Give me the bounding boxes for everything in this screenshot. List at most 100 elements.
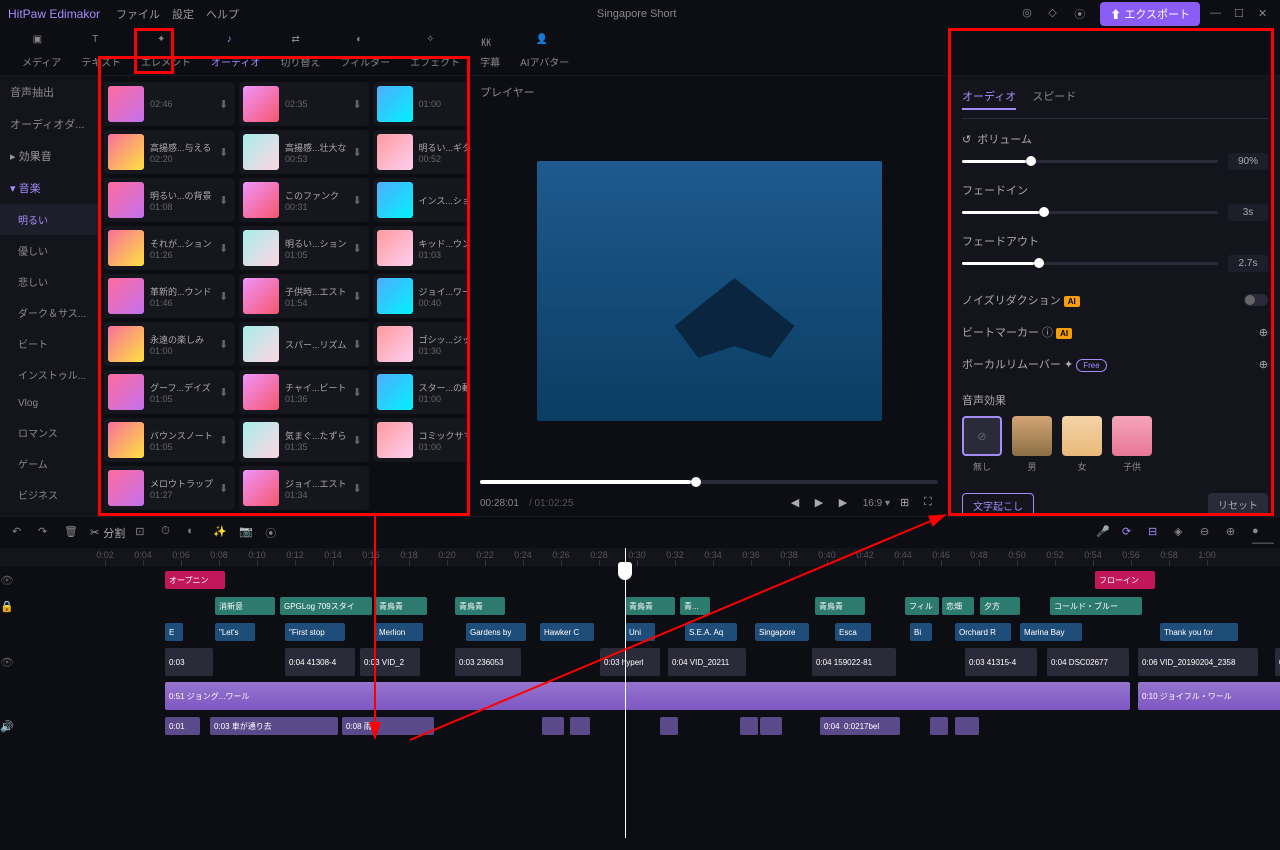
timeline-clip[interactable]: "Let's — [215, 623, 255, 641]
timeline-clip[interactable]: Gardens by — [466, 623, 526, 641]
media-item[interactable]: 革新的...ウンド01:46⬇ — [104, 274, 235, 318]
category-item[interactable]: ゲーム — [0, 448, 97, 479]
download-icon[interactable]: ⬇ — [219, 242, 231, 254]
tool-tab-5[interactable]: ◐フィルター — [330, 30, 400, 73]
video-track[interactable]: 👁0:030:04 41308-40:03 VID_20:03 2360530:… — [60, 646, 1280, 678]
media-item[interactable]: コミックサマー01:00⬇ — [373, 418, 468, 462]
zoom-slider[interactable]: ●—— — [1252, 525, 1268, 541]
media-item[interactable]: 永遠の楽しみ01:00⬇ — [104, 322, 235, 366]
media-item[interactable]: ゴシッ...ジック01:30⬇ — [373, 322, 468, 366]
audio-sfx-track[interactable]: 🔊0:010:03 車が通り去0:08 雨0:04 風0:0217bel — [60, 714, 1280, 738]
media-item[interactable]: 02:46⬇ — [104, 82, 235, 126]
vocal-add-icon[interactable]: ⊕ — [1259, 358, 1268, 371]
voice-option[interactable]: 子供 — [1112, 416, 1152, 473]
category-item[interactable]: ▸ 効果音 — [0, 140, 97, 172]
redo-button[interactable]: ↷ — [38, 525, 54, 541]
tool-tab-6[interactable]: ✧エフェクト — [400, 30, 470, 73]
timeline-clip[interactable]: 0:04 DSC02677 — [1047, 648, 1129, 676]
volume-slider[interactable] — [962, 160, 1218, 163]
timeline-clip[interactable]: 0:0217bel — [840, 717, 900, 735]
timeline-clip[interactable]: 消新意 — [215, 597, 275, 615]
prev-frame-button[interactable]: ◀ — [791, 496, 805, 510]
download-icon[interactable]: ⬇ — [353, 242, 365, 254]
timeline-clip[interactable]: S.E.A. Aq — [685, 623, 737, 641]
timeline-clip[interactable]: オープニン — [165, 571, 225, 589]
fullscreen-icon[interactable]: ⛶ — [924, 496, 938, 510]
timeline-clip[interactable]: Singapore — [755, 623, 809, 641]
category-item[interactable]: ロマンス — [0, 417, 97, 448]
timeline-clip[interactable]: 0:04 41308-4 — [285, 648, 355, 676]
timeline-clip[interactable]: 0:04 VID_20211 — [668, 648, 746, 676]
play-button[interactable]: ▶ — [815, 496, 829, 510]
download-icon[interactable]: ⬇ — [219, 482, 231, 494]
media-item[interactable]: このファンク00:31⬇ — [239, 178, 369, 222]
media-item[interactable]: スパー...リズム⬇ — [239, 322, 369, 366]
ai-icon[interactable]: ✨ — [213, 525, 229, 541]
tool-tab-3[interactable]: ♪オーディオ — [201, 30, 270, 73]
media-item[interactable]: キッド...ウンド01:03⬇ — [373, 226, 468, 270]
timeline-clip[interactable]: 0:10 ジョイフル・ワール — [1138, 682, 1280, 710]
download-icon[interactable]: ⬇ — [353, 434, 365, 446]
timeline-clip[interactable] — [542, 717, 564, 735]
split-button[interactable]: ✂ 分割 — [90, 525, 125, 541]
tool-tab-7[interactable]: ㏍字幕 — [470, 30, 510, 73]
timeline-clip[interactable]: 青... — [680, 597, 710, 615]
playhead[interactable] — [625, 548, 626, 838]
timeline-clip[interactable]: コールド・ブルー — [1050, 597, 1142, 615]
snap-icon[interactable]: ⊟ — [1148, 525, 1164, 541]
audio-track-2[interactable] — [60, 740, 1280, 764]
download-icon[interactable]: ⬇ — [353, 194, 365, 206]
feedback-icon[interactable]: ◎ — [1022, 6, 1038, 22]
download-icon[interactable]: ⬇ — [353, 338, 365, 350]
timeline-clip[interactable]: 0:06 VID_20190204_2358 — [1138, 648, 1258, 676]
timeline-clip[interactable]: 青鳥青 — [625, 597, 675, 615]
media-item[interactable]: バウンスノート01:05⬇ — [104, 418, 235, 462]
download-icon[interactable]: ⬇ — [353, 98, 365, 110]
timeline-clip[interactable]: 0:03 236053 — [455, 648, 521, 676]
download-icon[interactable]: ⬇ — [219, 146, 231, 158]
mask-icon[interactable]: ◐ — [187, 525, 203, 541]
download-icon[interactable]: ⬇ — [353, 386, 365, 398]
category-item[interactable]: ビジネス — [0, 479, 97, 510]
download-icon[interactable]: ⬇ — [219, 98, 231, 110]
user-icon[interactable]: ⦿ — [1074, 6, 1090, 22]
track-visibility-icon[interactable]: 👁 — [0, 574, 14, 587]
timeline-clip[interactable]: Merlion — [375, 623, 423, 641]
timeline-clip[interactable]: Hawker C — [540, 623, 594, 641]
fadeout-slider[interactable] — [962, 262, 1218, 265]
category-item[interactable]: ▾ 音楽 — [0, 172, 97, 204]
tool-tab-4[interactable]: ⇄切り替え — [270, 30, 330, 73]
next-frame-button[interactable]: ▶ — [839, 496, 853, 510]
timeline-clip[interactable]: 青鳥青 — [815, 597, 865, 615]
timeline-clip[interactable]: GPGLog 709スタイ — [280, 597, 372, 615]
reset-icon[interactable]: ↺ — [962, 133, 971, 146]
rec-icon[interactable]: ⦿ — [265, 525, 281, 541]
category-item[interactable]: ダーク＆サス... — [0, 297, 97, 328]
tool-tab-0[interactable]: ▣メディア — [12, 30, 71, 73]
tool-tab-1[interactable]: Tテキスト — [71, 30, 131, 73]
download-icon[interactable]: ⬇ — [219, 386, 231, 398]
menu-help[interactable]: ヘルプ — [206, 6, 239, 22]
delete-button[interactable]: 🗑 — [64, 525, 80, 541]
timeline-clip[interactable] — [955, 717, 979, 735]
timeline-clip[interactable]: Bi — [910, 623, 932, 641]
mic-icon[interactable]: 🎤 — [1096, 525, 1112, 541]
timeline-clip[interactable]: 青鳥青 — [375, 597, 427, 615]
category-item[interactable]: ビート — [0, 328, 97, 359]
timeline-clip[interactable]: 夕方 — [980, 597, 1020, 615]
noise-toggle[interactable] — [1244, 294, 1268, 306]
timeline-clip[interactable]: フローイン — [1095, 571, 1155, 589]
timeline-clip[interactable]: Uni — [625, 623, 655, 641]
media-item[interactable]: スター...の動き01:00⬇ — [373, 370, 468, 414]
media-item[interactable]: 子供時...エスト01:54⬇ — [239, 274, 369, 318]
grid-icon[interactable]: ⊞ — [900, 496, 914, 510]
maximize-button[interactable]: ☐ — [1234, 7, 1248, 21]
speed-icon[interactable]: ⏱ — [161, 525, 177, 541]
audio-main-track[interactable]: 0:51 ジョング...ワール0:10 ジョイフル・ワール — [60, 680, 1280, 712]
tab-speed[interactable]: スピード — [1032, 84, 1076, 110]
menu-settings[interactable]: 設定 — [172, 6, 194, 22]
crop-icon[interactable]: ⊡ — [135, 525, 151, 541]
filter-track[interactable]: 🔒消新意GPGLog 709スタイ青鳥青青鳥青青鳥青青...青鳥青フィル恋畑夕方… — [60, 594, 1280, 618]
transcribe-button[interactable]: 文字起こし — [962, 493, 1034, 516]
media-item[interactable]: メロウトラップ01:27⬇ — [104, 466, 235, 510]
